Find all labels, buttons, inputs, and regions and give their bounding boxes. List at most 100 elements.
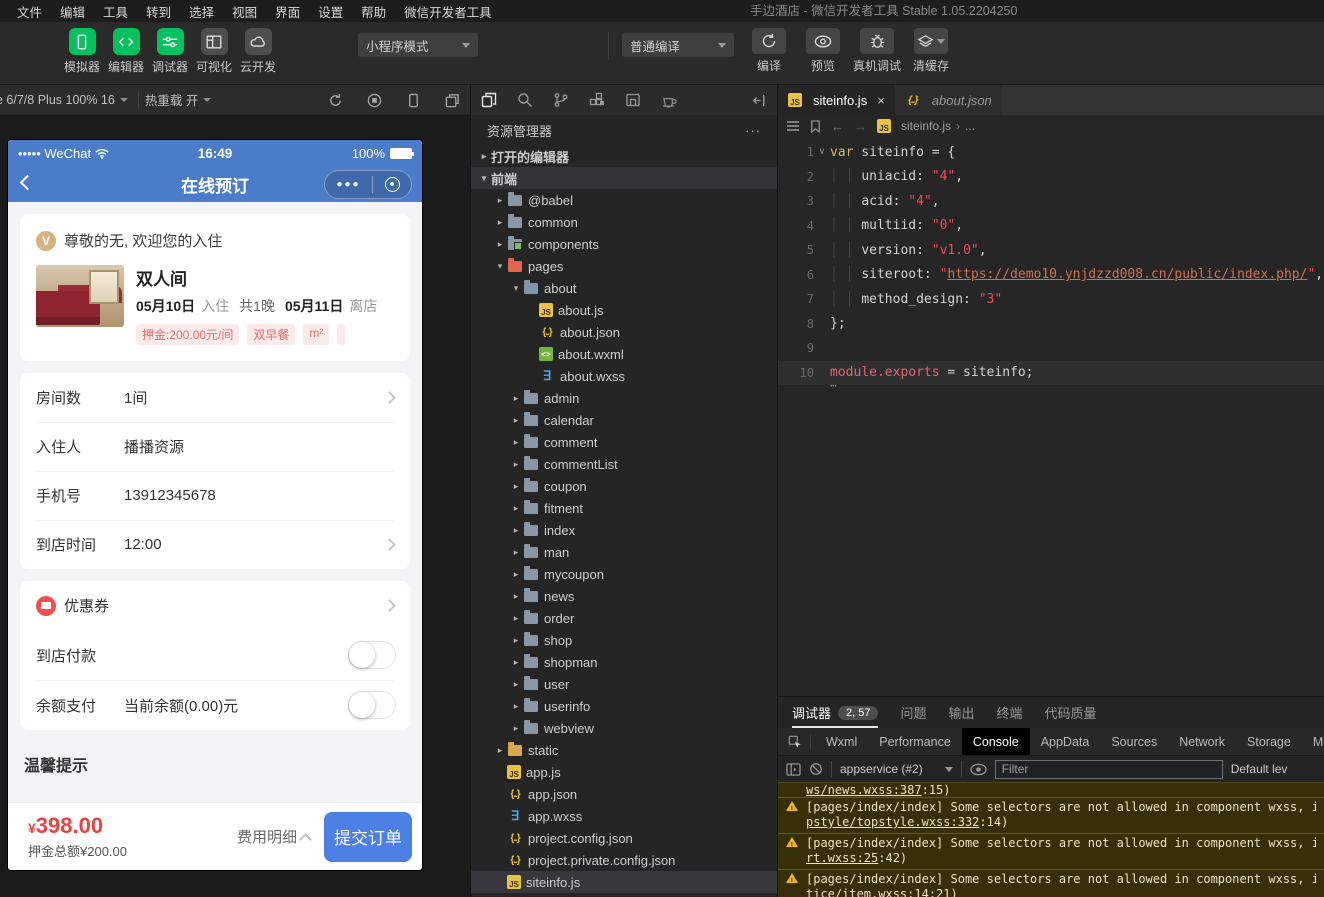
compile-button[interactable]: 编译 — [746, 28, 792, 74]
back-button[interactable] — [20, 175, 36, 191]
twisty-icon[interactable]: ▸ — [509, 459, 523, 470]
visual-button[interactable]: 可视化 — [194, 28, 234, 75]
twisty-icon[interactable]: ▸ — [509, 525, 523, 536]
tree-item-webview[interactable]: ▸webview — [471, 717, 777, 739]
twisty-icon[interactable]: ▸ — [509, 635, 523, 646]
twisty-icon[interactable]: ▸ — [509, 503, 523, 514]
submit-order-button[interactable]: 提交订单 — [324, 812, 412, 862]
twisty-icon[interactable]: ▸ — [509, 547, 523, 558]
more-actions-icon[interactable]: ··· — [745, 123, 761, 138]
search-icon[interactable] — [517, 92, 533, 108]
tree-item-project.private.config.json[interactable]: {..}project.private.config.json — [471, 849, 777, 871]
cloud-button[interactable]: 云开发 — [238, 28, 278, 75]
menu-item-0[interactable]: 文件 — [8, 6, 51, 20]
tree-item-common[interactable]: ▸common — [471, 211, 777, 233]
twisty-icon[interactable]: ▸ — [493, 217, 507, 228]
twisty-icon[interactable]: ▸ — [509, 657, 523, 668]
tree-item-shopman[interactable]: ▸shopman — [471, 651, 777, 673]
twisty-icon[interactable]: ▸ — [509, 437, 523, 448]
breadcrumb-rest[interactable]: ... — [965, 119, 975, 133]
code-editor[interactable]: 1 ∨ var siteinfo = { 2 │ │ uniacid: "4",… — [778, 137, 1324, 696]
breadcrumb-file[interactable]: siteinfo.js — [901, 119, 951, 133]
tree-item-siteinfo.js[interactable]: JSsiteinfo.js — [471, 871, 777, 893]
tree-item-index[interactable]: ▸index — [471, 519, 777, 541]
stop-icon[interactable] — [367, 93, 382, 108]
close-icon[interactable]: × — [877, 93, 885, 108]
tree-item-comment[interactable]: ▸comment — [471, 431, 777, 453]
collapse-sidebar-icon[interactable] — [752, 93, 767, 108]
twisty-icon[interactable]: ▸ — [493, 239, 507, 250]
tea-icon[interactable] — [661, 93, 678, 108]
menu-item-7[interactable]: 设置 — [309, 6, 352, 20]
devtools-tab-AppData[interactable]: AppData — [1030, 728, 1101, 756]
back-arrow-icon[interactable]: ← — [831, 119, 844, 134]
form-row-1[interactable]: 入住人 播播资源 — [20, 422, 410, 471]
twisty-icon[interactable]: ▸ — [509, 481, 523, 492]
twisty-icon[interactable]: ▾ — [477, 173, 491, 184]
context-selector[interactable]: appservice (#2) — [840, 762, 953, 776]
tree-item-project.config.json[interactable]: {..}project.config.json — [471, 827, 777, 849]
outline-icon[interactable] — [786, 120, 800, 132]
tree-item-打开的编辑器[interactable]: ▸打开的编辑器 — [471, 145, 777, 167]
menu-item-8[interactable]: 帮助 — [352, 6, 395, 20]
tree-item-userinfo[interactable]: ▸userinfo — [471, 695, 777, 717]
tree-item-app.js[interactable]: JSapp.js — [471, 761, 777, 783]
menu-item-3[interactable]: 转到 — [137, 6, 180, 20]
device-selector[interactable]: e 6/7/8 Plus 100% 16 — [0, 93, 128, 107]
more-icon[interactable]: ●●● — [336, 180, 360, 190]
twisty-icon[interactable]: ▸ — [509, 679, 523, 690]
menu-item-5[interactable]: 视图 — [223, 6, 266, 20]
tree-item-coupon[interactable]: ▸coupon — [471, 475, 777, 497]
clear-cache-button[interactable]: 清缓存 — [908, 28, 954, 74]
eye-icon[interactable] — [970, 763, 987, 776]
preview-button[interactable]: 预览 — [800, 28, 846, 74]
tree-item-commentList[interactable]: ▸commentList — [471, 453, 777, 475]
coupon-row[interactable]: 优惠券 — [20, 581, 410, 630]
twisty-icon[interactable]: ▾ — [509, 283, 523, 294]
tree-item-components[interactable]: ▸components — [471, 233, 777, 255]
console-filter-input[interactable] — [995, 760, 1223, 779]
form-row-2[interactable]: 手机号 13912345678 — [20, 471, 410, 520]
devtools-tab-Me[interactable]: Me — [1302, 728, 1324, 756]
tree-item-man[interactable]: ▸man — [471, 541, 777, 563]
tree-item-static[interactable]: ▸static — [471, 739, 777, 761]
debugger-button[interactable]: 调试器 — [150, 28, 190, 75]
tree-item-前端[interactable]: ▾前端 — [471, 167, 777, 189]
devtools-tab-Wxml[interactable]: Wxml — [815, 728, 868, 756]
twisty-icon[interactable]: ▸ — [509, 613, 523, 624]
tree-item-pages[interactable]: ▾pages — [471, 255, 777, 277]
tree-item-@babel[interactable]: ▸@babel — [471, 189, 777, 211]
hot-reload-toggle[interactable]: 热重载 开 — [145, 90, 211, 109]
tree-item-shop[interactable]: ▸shop — [471, 629, 777, 651]
tree-item-fitment[interactable]: ▸fitment — [471, 497, 777, 519]
debugger-tab-问题[interactable]: 问题 — [900, 697, 926, 728]
twisty-icon[interactable]: ▸ — [493, 195, 507, 206]
debugger-tab-终端[interactable]: 终端 — [997, 697, 1023, 728]
devtools-tab-Performance[interactable]: Performance — [868, 728, 962, 756]
compile-dropdown[interactable]: 普通编译 — [622, 33, 734, 57]
devtools-tab-Storage[interactable]: Storage — [1236, 728, 1302, 756]
debugger-tab-输出[interactable]: 输出 — [949, 697, 975, 728]
tree-item-admin[interactable]: ▸admin — [471, 387, 777, 409]
forward-arrow-icon[interactable]: → — [854, 119, 867, 134]
menu-item-6[interactable]: 界面 — [266, 6, 309, 20]
multi-window-icon[interactable] — [445, 93, 460, 108]
tree-item-about[interactable]: ▾about — [471, 277, 777, 299]
mode-dropdown[interactable]: 小程序模式 — [358, 33, 478, 57]
twisty-icon[interactable]: ▸ — [509, 415, 523, 426]
extensions-icon[interactable] — [589, 92, 605, 108]
tree-item-about.wxss[interactable]: ∃about.wxss — [471, 365, 777, 387]
toggle-switch[interactable] — [348, 641, 396, 669]
form-row-0[interactable]: 房间数 1间 — [20, 373, 410, 422]
editor-button[interactable]: 编辑器 — [106, 28, 146, 75]
twisty-icon[interactable]: ▸ — [509, 569, 523, 580]
menu-item-2[interactable]: 工具 — [94, 6, 137, 20]
tree-item-about.json[interactable]: {..}about.json — [471, 321, 777, 343]
tree-item-app.wxss[interactable]: ∃app.wxss — [471, 805, 777, 827]
editor-tab-about.json[interactable]: {..}about.json — [895, 85, 1002, 115]
tree-item-app.json[interactable]: {..}app.json — [471, 783, 777, 805]
inspect-element-icon[interactable] — [778, 735, 811, 749]
tree-item-about.js[interactable]: JSabout.js — [471, 299, 777, 321]
menu-item-1[interactable]: 编辑 — [51, 6, 94, 20]
editor-tab-siteinfo.js[interactable]: JSsiteinfo.js × — [778, 85, 895, 115]
